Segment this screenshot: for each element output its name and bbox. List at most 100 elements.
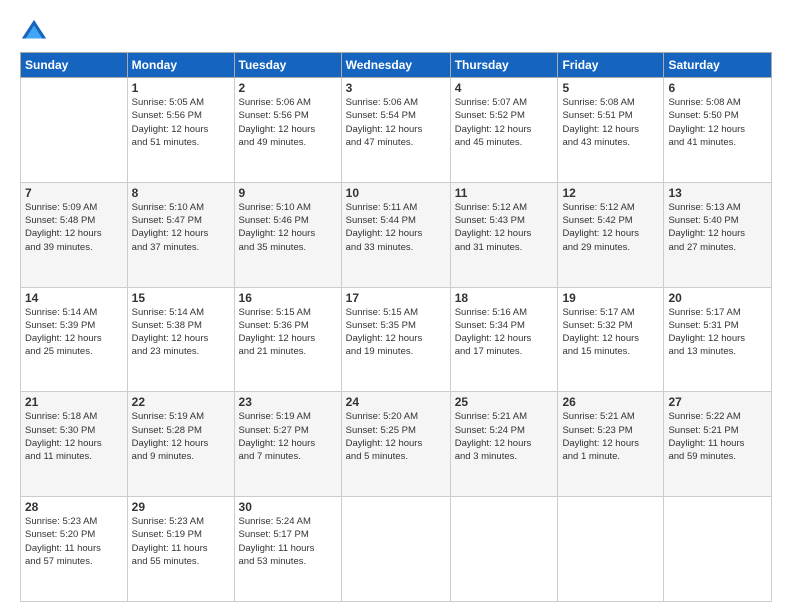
day-info: Sunrise: 5:12 AM Sunset: 5:43 PM Dayligh…: [455, 201, 554, 254]
day-cell: 3Sunrise: 5:06 AM Sunset: 5:54 PM Daylig…: [341, 78, 450, 183]
day-info: Sunrise: 5:09 AM Sunset: 5:48 PM Dayligh…: [25, 201, 123, 254]
day-number: 15: [132, 291, 230, 305]
day-info: Sunrise: 5:23 AM Sunset: 5:20 PM Dayligh…: [25, 515, 123, 568]
week-row-2: 7Sunrise: 5:09 AM Sunset: 5:48 PM Daylig…: [21, 182, 772, 287]
day-cell: 5Sunrise: 5:08 AM Sunset: 5:51 PM Daylig…: [558, 78, 664, 183]
day-cell: [21, 78, 128, 183]
day-info: Sunrise: 5:13 AM Sunset: 5:40 PM Dayligh…: [668, 201, 767, 254]
day-number: 28: [25, 500, 123, 514]
day-info: Sunrise: 5:19 AM Sunset: 5:28 PM Dayligh…: [132, 410, 230, 463]
day-cell: 30Sunrise: 5:24 AM Sunset: 5:17 PM Dayli…: [234, 497, 341, 602]
day-cell: 19Sunrise: 5:17 AM Sunset: 5:32 PM Dayli…: [558, 287, 664, 392]
day-info: Sunrise: 5:17 AM Sunset: 5:32 PM Dayligh…: [562, 306, 659, 359]
day-info: Sunrise: 5:16 AM Sunset: 5:34 PM Dayligh…: [455, 306, 554, 359]
day-info: Sunrise: 5:21 AM Sunset: 5:24 PM Dayligh…: [455, 410, 554, 463]
logo-icon: [20, 18, 48, 46]
day-info: Sunrise: 5:15 AM Sunset: 5:35 PM Dayligh…: [346, 306, 446, 359]
day-number: 23: [239, 395, 337, 409]
day-number: 21: [25, 395, 123, 409]
weekday-header-tuesday: Tuesday: [234, 53, 341, 78]
day-info: Sunrise: 5:18 AM Sunset: 5:30 PM Dayligh…: [25, 410, 123, 463]
day-number: 12: [562, 186, 659, 200]
day-info: Sunrise: 5:24 AM Sunset: 5:17 PM Dayligh…: [239, 515, 337, 568]
day-cell: 11Sunrise: 5:12 AM Sunset: 5:43 PM Dayli…: [450, 182, 558, 287]
day-number: 10: [346, 186, 446, 200]
day-info: Sunrise: 5:07 AM Sunset: 5:52 PM Dayligh…: [455, 96, 554, 149]
day-number: 26: [562, 395, 659, 409]
day-cell: 20Sunrise: 5:17 AM Sunset: 5:31 PM Dayli…: [664, 287, 772, 392]
day-cell: [558, 497, 664, 602]
day-cell: 1Sunrise: 5:05 AM Sunset: 5:56 PM Daylig…: [127, 78, 234, 183]
day-cell: 14Sunrise: 5:14 AM Sunset: 5:39 PM Dayli…: [21, 287, 128, 392]
day-cell: 7Sunrise: 5:09 AM Sunset: 5:48 PM Daylig…: [21, 182, 128, 287]
day-info: Sunrise: 5:10 AM Sunset: 5:46 PM Dayligh…: [239, 201, 337, 254]
day-number: 19: [562, 291, 659, 305]
day-cell: 28Sunrise: 5:23 AM Sunset: 5:20 PM Dayli…: [21, 497, 128, 602]
day-number: 9: [239, 186, 337, 200]
day-cell: 16Sunrise: 5:15 AM Sunset: 5:36 PM Dayli…: [234, 287, 341, 392]
day-number: 22: [132, 395, 230, 409]
weekday-header-friday: Friday: [558, 53, 664, 78]
day-info: Sunrise: 5:05 AM Sunset: 5:56 PM Dayligh…: [132, 96, 230, 149]
day-cell: 25Sunrise: 5:21 AM Sunset: 5:24 PM Dayli…: [450, 392, 558, 497]
day-cell: 21Sunrise: 5:18 AM Sunset: 5:30 PM Dayli…: [21, 392, 128, 497]
day-info: Sunrise: 5:17 AM Sunset: 5:31 PM Dayligh…: [668, 306, 767, 359]
day-number: 17: [346, 291, 446, 305]
day-cell: 22Sunrise: 5:19 AM Sunset: 5:28 PM Dayli…: [127, 392, 234, 497]
day-cell: 9Sunrise: 5:10 AM Sunset: 5:46 PM Daylig…: [234, 182, 341, 287]
day-info: Sunrise: 5:15 AM Sunset: 5:36 PM Dayligh…: [239, 306, 337, 359]
week-row-4: 21Sunrise: 5:18 AM Sunset: 5:30 PM Dayli…: [21, 392, 772, 497]
day-cell: 12Sunrise: 5:12 AM Sunset: 5:42 PM Dayli…: [558, 182, 664, 287]
day-number: 25: [455, 395, 554, 409]
day-info: Sunrise: 5:06 AM Sunset: 5:54 PM Dayligh…: [346, 96, 446, 149]
day-number: 20: [668, 291, 767, 305]
day-number: 13: [668, 186, 767, 200]
day-info: Sunrise: 5:19 AM Sunset: 5:27 PM Dayligh…: [239, 410, 337, 463]
day-number: 30: [239, 500, 337, 514]
week-row-1: 1Sunrise: 5:05 AM Sunset: 5:56 PM Daylig…: [21, 78, 772, 183]
day-info: Sunrise: 5:20 AM Sunset: 5:25 PM Dayligh…: [346, 410, 446, 463]
day-number: 2: [239, 81, 337, 95]
day-number: 27: [668, 395, 767, 409]
day-info: Sunrise: 5:12 AM Sunset: 5:42 PM Dayligh…: [562, 201, 659, 254]
day-cell: [341, 497, 450, 602]
day-number: 18: [455, 291, 554, 305]
day-number: 16: [239, 291, 337, 305]
day-info: Sunrise: 5:14 AM Sunset: 5:39 PM Dayligh…: [25, 306, 123, 359]
day-cell: 6Sunrise: 5:08 AM Sunset: 5:50 PM Daylig…: [664, 78, 772, 183]
day-number: 8: [132, 186, 230, 200]
weekday-header-monday: Monday: [127, 53, 234, 78]
day-cell: 18Sunrise: 5:16 AM Sunset: 5:34 PM Dayli…: [450, 287, 558, 392]
day-number: 29: [132, 500, 230, 514]
day-info: Sunrise: 5:08 AM Sunset: 5:50 PM Dayligh…: [668, 96, 767, 149]
day-cell: 24Sunrise: 5:20 AM Sunset: 5:25 PM Dayli…: [341, 392, 450, 497]
day-cell: 17Sunrise: 5:15 AM Sunset: 5:35 PM Dayli…: [341, 287, 450, 392]
day-number: 14: [25, 291, 123, 305]
day-info: Sunrise: 5:06 AM Sunset: 5:56 PM Dayligh…: [239, 96, 337, 149]
day-info: Sunrise: 5:11 AM Sunset: 5:44 PM Dayligh…: [346, 201, 446, 254]
day-cell: 15Sunrise: 5:14 AM Sunset: 5:38 PM Dayli…: [127, 287, 234, 392]
week-row-3: 14Sunrise: 5:14 AM Sunset: 5:39 PM Dayli…: [21, 287, 772, 392]
day-cell: 23Sunrise: 5:19 AM Sunset: 5:27 PM Dayli…: [234, 392, 341, 497]
weekday-header-thursday: Thursday: [450, 53, 558, 78]
day-cell: 29Sunrise: 5:23 AM Sunset: 5:19 PM Dayli…: [127, 497, 234, 602]
day-cell: 8Sunrise: 5:10 AM Sunset: 5:47 PM Daylig…: [127, 182, 234, 287]
day-cell: 27Sunrise: 5:22 AM Sunset: 5:21 PM Dayli…: [664, 392, 772, 497]
page: SundayMondayTuesdayWednesdayThursdayFrid…: [0, 0, 792, 612]
weekday-header-row: SundayMondayTuesdayWednesdayThursdayFrid…: [21, 53, 772, 78]
day-cell: 26Sunrise: 5:21 AM Sunset: 5:23 PM Dayli…: [558, 392, 664, 497]
day-number: 4: [455, 81, 554, 95]
day-number: 3: [346, 81, 446, 95]
day-number: 24: [346, 395, 446, 409]
day-number: 6: [668, 81, 767, 95]
day-number: 1: [132, 81, 230, 95]
day-info: Sunrise: 5:10 AM Sunset: 5:47 PM Dayligh…: [132, 201, 230, 254]
day-cell: 2Sunrise: 5:06 AM Sunset: 5:56 PM Daylig…: [234, 78, 341, 183]
day-number: 5: [562, 81, 659, 95]
day-info: Sunrise: 5:21 AM Sunset: 5:23 PM Dayligh…: [562, 410, 659, 463]
day-cell: 13Sunrise: 5:13 AM Sunset: 5:40 PM Dayli…: [664, 182, 772, 287]
day-cell: 4Sunrise: 5:07 AM Sunset: 5:52 PM Daylig…: [450, 78, 558, 183]
logo: [20, 18, 52, 46]
day-info: Sunrise: 5:22 AM Sunset: 5:21 PM Dayligh…: [668, 410, 767, 463]
day-cell: [450, 497, 558, 602]
